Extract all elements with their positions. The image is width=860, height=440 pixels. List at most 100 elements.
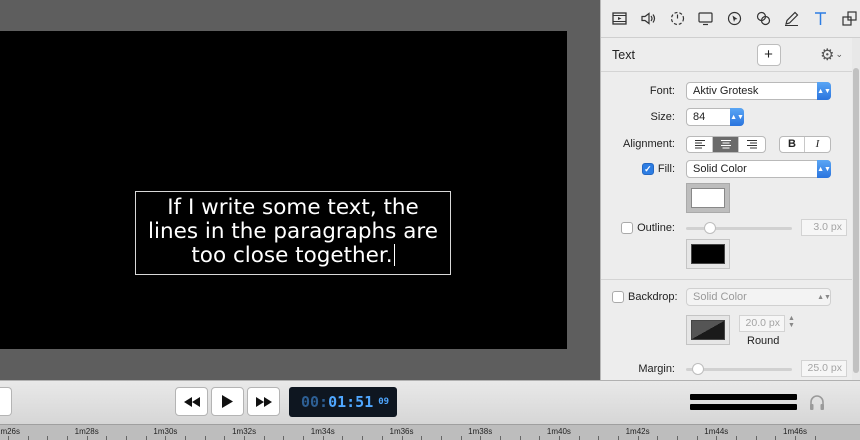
ruler-tick-label: 1m40s [546,427,571,436]
fast-forward-button[interactable] [247,387,280,416]
ruler-tick [716,436,717,440]
ruler-tick [323,436,324,440]
rewind-button[interactable] [175,387,208,416]
cursor-tab-icon[interactable] [724,8,746,30]
ruler-tick [87,436,88,440]
ruler-tick [165,436,166,440]
italic-button[interactable]: I [805,137,830,152]
text-tab-icon[interactable] [810,8,832,30]
ruler-tick [461,436,462,440]
backdrop-round-label: Round [747,335,780,347]
ruler-tick [402,436,403,440]
backdrop-popup[interactable]: Solid Color ▲▼ [686,288,831,306]
outline-toggle[interactable]: Outline: [621,222,675,234]
radius-stepper-icon[interactable]: ▲ ▼ [788,315,795,329]
annotations-tab-icon[interactable] [752,8,774,30]
ruler-tick [303,436,304,440]
align-center-icon[interactable] [713,136,739,152]
ruler-tick [67,436,68,440]
backdrop-value: Solid Color [693,291,747,303]
text-callout[interactable]: If I write some text, the lines in the p… [135,191,451,275]
play-icon [222,395,233,408]
align-right-icon[interactable] [739,137,765,152]
fill-popup[interactable]: Solid Color ▲▼ [686,160,831,178]
ruler-tick-label: 1m32s [232,427,257,436]
align-left-icon[interactable] [687,136,713,152]
fill-value: Solid Color [693,163,747,175]
fill-toggle[interactable]: ✓ Fill: [641,163,675,175]
backdrop-checkbox[interactable] [612,291,624,303]
play-button[interactable] [211,387,244,416]
layout-tab-icon[interactable] [838,8,860,30]
font-row: Font: Aktiv Grotesk ▲▼ [601,81,853,101]
ruler-tick [28,436,29,440]
text-panel: Text + ⚙ ⌄ Font: Aktiv Grotesk ▲▼ Size: 8… [601,38,853,380]
timeline-ruler[interactable]: 1m26s 1m28s 1m30s 1m32s 1m34s 1m36s 1m38s 1m40s… [0,424,860,440]
ruler-tick [146,436,147,440]
margin-slider[interactable] [686,363,792,375]
outline-color-well[interactable] [686,239,730,269]
left-edge-button[interactable] [0,387,12,416]
backdrop-color-well[interactable] [686,315,730,345]
margin-slider-knob[interactable] [692,363,704,375]
text-line-3-content: too close together. [191,243,393,268]
style-segmented-control: B I [779,135,831,153]
backdrop-toggle[interactable]: Backdrop: [612,291,678,303]
popup-chevron-icon: ▲▼ [817,160,831,178]
backdrop-row: Backdrop: Solid Color ▲▼ [601,287,853,307]
ruler-tick [697,436,698,440]
outline-label: Outline: [637,222,675,234]
canvas-area[interactable]: If I write some text, the lines in the p… [0,0,600,380]
backdrop-radius-field[interactable]: 20.0 px [739,315,785,332]
size-value: 84 [693,111,706,123]
outline-checkbox[interactable] [621,222,634,234]
ruler-tick [244,436,245,440]
outline-slider[interactable] [686,222,792,234]
inspector-scrollbar[interactable] [852,38,860,380]
ruler-tick-label: 1m44s [704,427,729,436]
scrollbar-thumb[interactable] [853,68,859,373]
ruler-tick [618,436,619,440]
popup-chevron-icon: ▲▼ [817,293,831,301]
fill-color-well[interactable] [686,183,730,213]
add-text-button[interactable]: + [756,43,781,66]
ruler-tick [736,436,737,440]
outline-width-field[interactable]: 3.0 px [801,219,847,236]
ruler-tick [598,436,599,440]
screen-tab-icon[interactable] [695,8,717,30]
ruler-tick [126,436,127,440]
fast-forward-icon [255,396,272,407]
text-line-1: If I write some text, the [167,195,419,220]
size-field[interactable]: 84 ▲▼ [686,108,744,126]
size-stepper-icon[interactable]: ▲▼ [730,108,744,126]
headphones-icon[interactable] [808,393,826,411]
ruler-tick-label: 1m42s [625,427,650,436]
video-tab-icon[interactable] [609,8,631,30]
ruler-tick-label: 1m28s [74,427,99,436]
text-line-3: too close together. [136,244,450,268]
alignment-label: Alignment: [623,138,675,150]
ruler-tick-label: 1m46s [782,427,808,436]
inspector: Text + ⚙ ⌄ Font: Aktiv Grotesk ▲▼ Size: 8… [600,0,860,380]
bold-button[interactable]: B [780,136,806,152]
margin-field[interactable]: 25.0 px [801,360,847,377]
ruler-tick [205,436,206,440]
alignment-row: Alignment: B I [601,134,853,154]
ruler-tick [421,436,422,440]
timecode-hours: 00: [301,393,329,411]
video-frame[interactable]: If I write some text, the lines in the p… [0,31,567,349]
outline-slider-knob[interactable] [704,222,716,234]
audio-tab-icon[interactable] [638,8,660,30]
fill-checkbox[interactable]: ✓ [641,163,654,175]
gear-icon[interactable]: ⚙ ⌄ [820,45,843,65]
text-line-2: lines in the paragraphs are [148,219,438,244]
ruler-tick [520,436,521,440]
timing-tab-icon[interactable] [666,8,688,30]
font-popup[interactable]: Aktiv Grotesk ▲▼ [686,82,831,100]
panel-header: Text + ⚙ ⌄ [601,38,853,72]
ruler-tick [677,436,678,440]
ruler-tick [106,436,107,440]
ruler-tick-label: 1m34s [310,427,335,436]
draw-tab-icon[interactable] [781,8,803,30]
rewind-icon [183,396,200,407]
